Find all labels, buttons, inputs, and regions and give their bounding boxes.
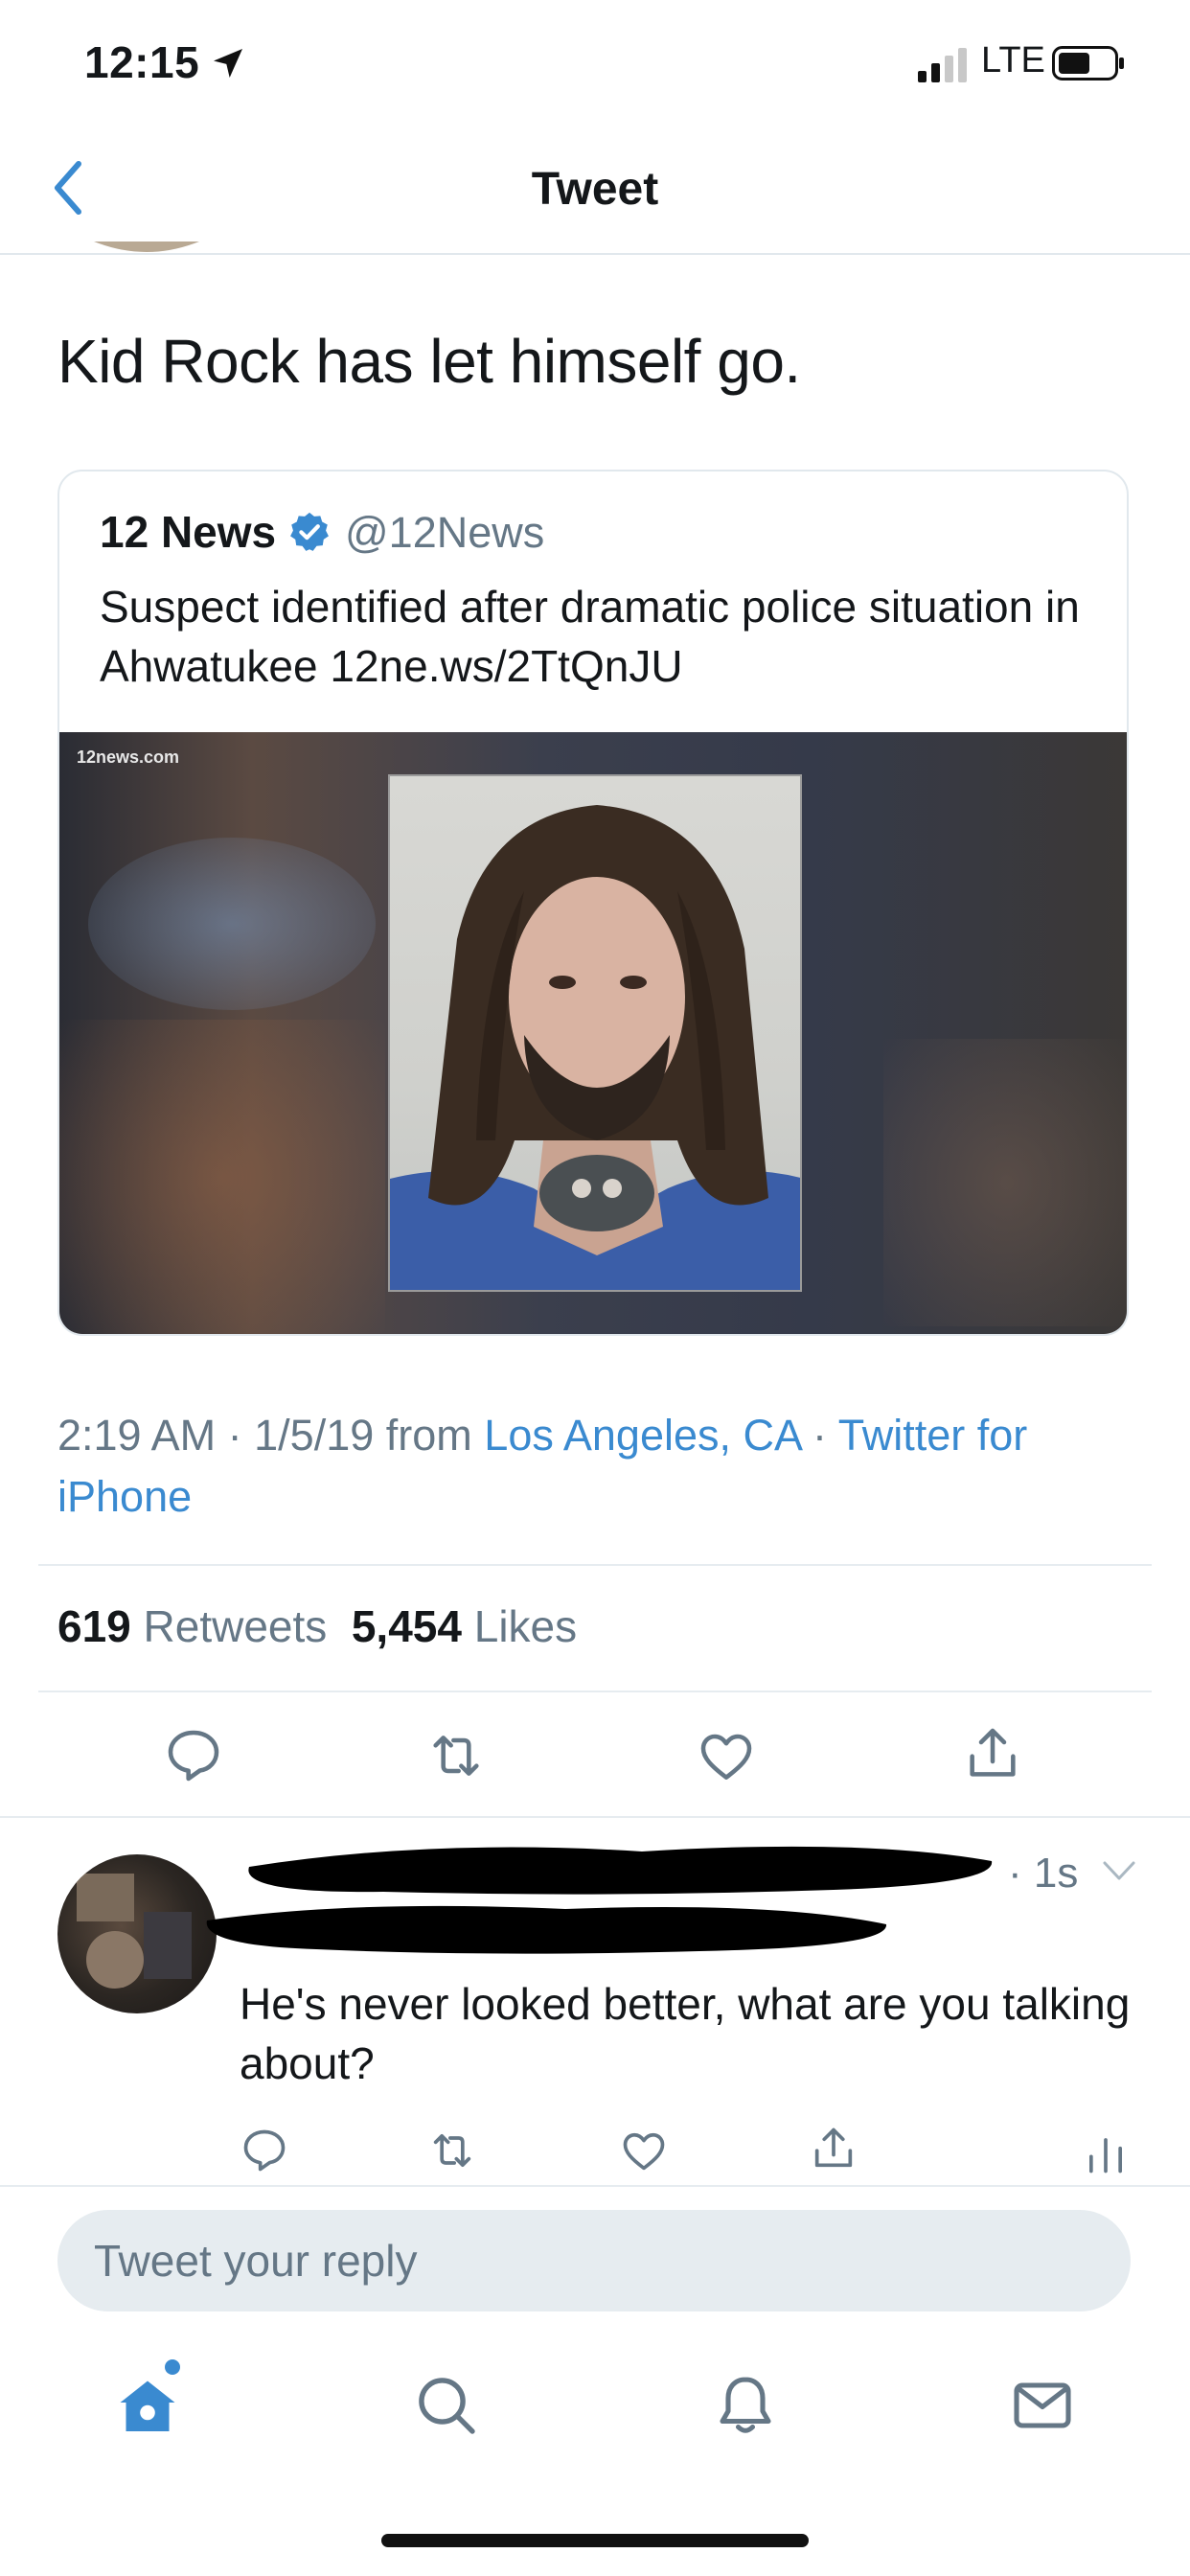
image-background-blur [883,1039,1127,1326]
location-arrow-icon [214,49,242,78]
likes-count: 5,454 [351,1601,462,1651]
tweet-meta: 2:19 AM · 1/5/19 from Los Angeles, CA · … [57,1405,1140,1528]
home-icon[interactable] [113,2371,182,2440]
mugshot-illustration [390,805,800,1290]
image-background-blur [59,1020,385,1334]
author-avatar-edge[interactable] [94,242,199,255]
retweet-icon[interactable] [427,2126,477,2175]
quoted-tweet-card[interactable]: 12 News @12News Suspect identified after… [57,470,1129,1336]
share-icon[interactable] [962,1723,1023,1784]
reply-avatar[interactable] [57,1854,217,2013]
meta-from: from [385,1411,472,1460]
likes-label: Likes [473,1601,578,1651]
image-watermark: 12news.com [77,748,180,767]
tweet-time: 2:19 AM [57,1411,217,1460]
like-icon[interactable] [696,1725,757,1786]
messages-icon[interactable] [1008,2371,1077,2440]
signal-icon [918,48,967,82]
status-time: 12:15 [84,37,200,87]
reply-timestamp: · 1s [1008,1850,1079,1897]
reply-placeholder: Tweet your reply [94,2236,418,2286]
image-background-blur [88,838,376,1010]
verified-badge-icon [290,512,329,551]
reply-icon[interactable] [240,2126,289,2175]
divider [0,2185,1190,2187]
home-indicator [381,2534,809,2547]
mugshot-photo [388,774,802,1292]
chevron-down-icon[interactable] [1102,1859,1136,1884]
quoted-tweet-image[interactable]: 12news.com [59,732,1127,1334]
retweet-icon[interactable] [425,1725,487,1786]
reply-icon[interactable] [163,1725,224,1786]
likes-stat[interactable]: 5,454 Likes [352,1601,577,1651]
divider [38,1564,1152,1566]
tweet-location-link[interactable]: Los Angeles, CA [484,1411,800,1460]
page-title: Tweet [531,164,659,215]
tweet-date: 1/5/19 [254,1411,375,1460]
like-icon[interactable] [619,2126,669,2175]
network-label: LTE [981,40,1045,80]
tweet-text: Kid Rock has let himself go. [57,327,801,396]
quoted-author-handle: @12News [345,508,545,557]
redaction-mark [248,1846,993,1895]
analytics-icon[interactable] [1081,2128,1131,2177]
reply-text: He's never looked better, what are you t… [240,1979,1131,2088]
new-content-dot [165,2359,180,2375]
meta-separator: · [812,1411,828,1460]
retweets-stat[interactable]: 619 Retweets [57,1601,327,1651]
battery-icon [1052,46,1124,80]
notifications-icon[interactable] [711,2371,780,2440]
divider [0,1816,1190,1818]
search-icon[interactable] [412,2371,481,2440]
avatar-photo [77,1874,192,1989]
meta-separator: · [227,1411,242,1460]
quoted-author-name: 12 News [100,507,277,557]
share-icon[interactable] [809,2124,858,2174]
engagement-stats: 619 Retweets 5,454 Likes [57,1600,577,1652]
retweets-count: 619 [57,1601,131,1651]
retweets-label: Retweets [143,1601,328,1651]
quoted-tweet-text: Suspect identified after dramatic police… [100,582,1080,691]
redaction-mark [206,1905,887,1954]
divider [38,1690,1152,1692]
reply-composer-input[interactable]: Tweet your reply [57,2210,1131,2312]
